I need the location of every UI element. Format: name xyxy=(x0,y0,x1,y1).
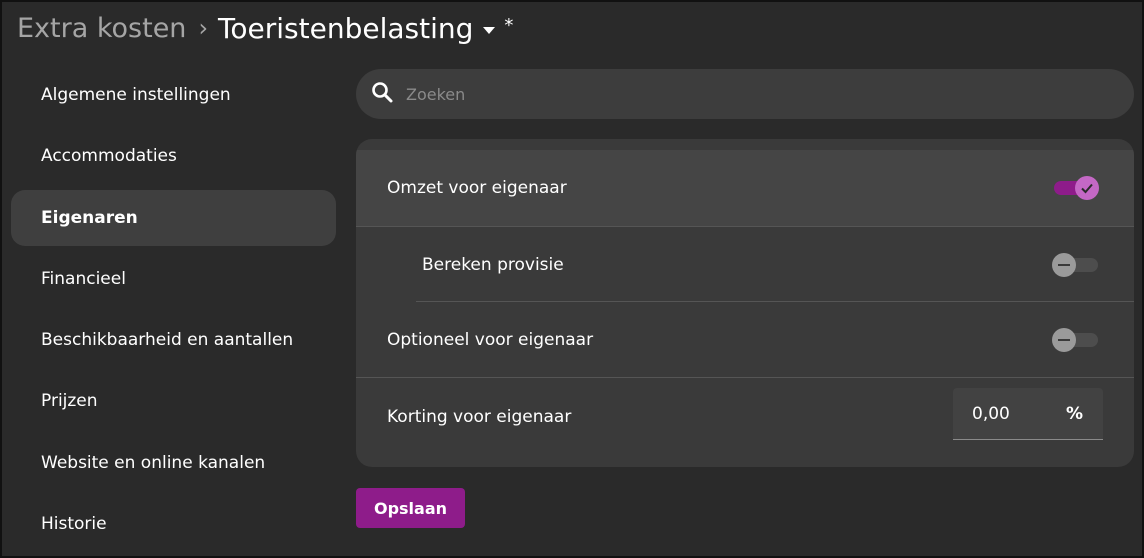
sidebar-item-historie[interactable]: Historie xyxy=(11,496,336,552)
sidebar-item-algemene-instellingen[interactable]: Algemene instellingen xyxy=(11,67,336,123)
sidebar-item-label: Algemene instellingen xyxy=(41,85,231,105)
korting-percentage-field: % xyxy=(953,388,1103,440)
minus-icon xyxy=(1052,253,1076,277)
sidebar-item-beschikbaarheid[interactable]: Beschikbaarheid en aantallen xyxy=(11,312,336,368)
korting-input[interactable] xyxy=(972,403,1052,424)
caret-down-icon[interactable] xyxy=(483,26,496,34)
sidebar-item-label: Eigenaren xyxy=(41,207,138,228)
omzet-row: Omzet voor eigenaar xyxy=(356,150,1134,226)
search-input[interactable] xyxy=(406,84,1086,104)
sidebar-item-label: Accommodaties xyxy=(41,146,177,167)
optioneel-toggle[interactable] xyxy=(1052,327,1100,353)
breadcrumb-separator-icon: › xyxy=(198,14,209,42)
breadcrumb-parent-link[interactable]: Extra kosten xyxy=(17,13,186,44)
optioneel-row: Optioneel voor eigenaar xyxy=(356,302,1134,378)
divider xyxy=(356,377,1134,378)
check-icon xyxy=(1075,176,1099,200)
sidebar-item-website[interactable]: Website en online kanalen xyxy=(11,435,336,491)
sidebar-item-eigenaren[interactable]: Eigenaren xyxy=(11,189,336,246)
optioneel-label: Optioneel voor eigenaar xyxy=(387,330,594,350)
search-bar xyxy=(356,69,1134,119)
sidebar-item-label: Beschikbaarheid en aantallen xyxy=(41,330,294,351)
provisie-label: Bereken provisie xyxy=(422,255,564,275)
sidebar-item-financieel[interactable]: Financieel xyxy=(11,251,336,307)
breadcrumb: Extra kosten › Toeristenbelasting * xyxy=(17,8,513,48)
sidebar-item-label: Website en online kanalen xyxy=(41,452,266,473)
search-icon[interactable] xyxy=(370,80,394,108)
sidebar-item-prijzen[interactable]: Prijzen xyxy=(11,373,336,429)
omzet-toggle[interactable] xyxy=(1052,175,1100,201)
korting-label: Korting voor eigenaar xyxy=(387,407,572,427)
omzet-label: Omzet voor eigenaar xyxy=(387,178,567,198)
percent-unit: % xyxy=(1065,403,1083,424)
sidebar-item-label: Financieel xyxy=(41,268,126,289)
provisie-row: Bereken provisie xyxy=(356,227,1134,303)
sidebar-nav: Algemene instellingen Accommodaties Eige… xyxy=(11,67,336,557)
sidebar-item-label: Historie xyxy=(41,514,107,535)
sidebar-item-accommodaties[interactable]: Accommodaties xyxy=(11,128,336,184)
sidebar-item-label: Prijzen xyxy=(41,391,98,412)
save-button[interactable]: Opslaan xyxy=(356,488,465,528)
owner-settings-card: Omzet voor eigenaar Bereken provisie Opt… xyxy=(356,139,1134,467)
minus-icon xyxy=(1052,328,1076,352)
unsaved-marker: * xyxy=(504,14,514,36)
page-title: Toeristenbelasting xyxy=(218,11,474,45)
provisie-toggle[interactable] xyxy=(1052,252,1100,278)
